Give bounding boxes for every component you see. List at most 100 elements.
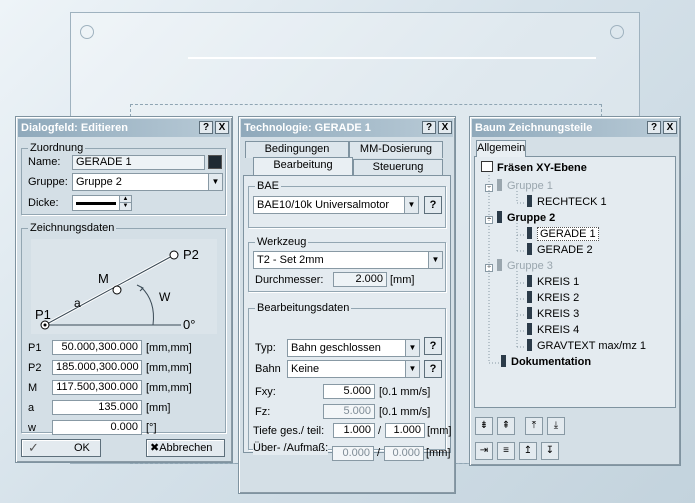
- tab-bearbeitung[interactable]: Bearbeitung: [253, 157, 353, 175]
- aufmass-lower-field[interactable]: 0.000: [384, 446, 424, 461]
- diagram-w-label: W: [159, 290, 171, 304]
- bahn-select[interactable]: Keine ▼: [287, 360, 420, 378]
- move-up-icon[interactable]: ↥: [519, 442, 537, 460]
- help-button[interactable]: ?: [422, 121, 436, 134]
- durchmesser-unit: [mm]: [390, 274, 415, 286]
- fz-field[interactable]: 5.000: [323, 404, 375, 419]
- ok-label: OK: [74, 442, 90, 454]
- zeichnungsdaten-group: Zeichnungsdaten P1 P2 M a W 0° P1 50.000…: [21, 222, 226, 435]
- bae-select[interactable]: BAE10/10k Universalmotor ▼: [253, 196, 419, 214]
- tab-mm-dosierung[interactable]: MM-Dosierung: [349, 141, 443, 158]
- typ-select[interactable]: Bahn geschlossen ▼: [287, 339, 420, 357]
- a-field[interactable]: 135.000: [52, 400, 142, 415]
- aufmass-separator: /: [377, 447, 381, 459]
- checkmark-icon: ✓: [28, 440, 39, 455]
- bearbeitung-panel: BAE BAE10/10k Universalmotor ▼ ? Werkzeu…: [243, 175, 451, 461]
- fz-unit: [0.1 mm/s]: [379, 406, 431, 418]
- line-geometry-diagram: P1 P2 M a W 0°: [31, 239, 217, 334]
- bae-group: BAE BAE10/10k Universalmotor ▼ ?: [248, 180, 446, 228]
- tree-window: Baum Zeichnungsteile ? X Allgemein Fräse…: [469, 116, 681, 466]
- close-button[interactable]: X: [215, 121, 229, 134]
- canvas-line: [188, 57, 596, 59]
- align-center-icon[interactable]: ≡: [497, 442, 515, 460]
- m-field[interactable]: 117.500,300.000: [52, 380, 142, 395]
- diagram-m-label: M: [98, 271, 109, 286]
- ok-button[interactable]: ✓ OK: [21, 439, 101, 457]
- gruppe-label: Gruppe:: [28, 176, 68, 188]
- zeichnungsdaten-title: Zeichnungsdaten: [28, 222, 117, 234]
- close-button[interactable]: X: [438, 121, 452, 134]
- help-button[interactable]: ?: [647, 121, 661, 134]
- chevron-down-icon[interactable]: ▼: [405, 361, 419, 377]
- cancel-button[interactable]: ✖Abbrechen: [146, 439, 225, 457]
- close-button[interactable]: X: [663, 121, 677, 134]
- tree-titlebar[interactable]: Baum Zeichnungsteile ? X: [472, 119, 678, 137]
- move-down-icon[interactable]: ↧: [541, 442, 559, 460]
- tab-bedingungen[interactable]: Bedingungen: [245, 141, 349, 158]
- chevron-down-icon[interactable]: ▼: [404, 197, 418, 213]
- bahn-value: Keine: [291, 363, 320, 375]
- w-field[interactable]: 0.000: [52, 420, 142, 435]
- diagram-a-label: a: [74, 296, 81, 310]
- spin-up-icon[interactable]: ▲: [119, 196, 131, 203]
- typ-help-button[interactable]: ?: [424, 337, 442, 355]
- p2-unit: [mm,mm]: [146, 362, 192, 374]
- gruppe-select[interactable]: Gruppe 2 ▼: [72, 173, 223, 191]
- bae-help-button[interactable]: ?: [424, 196, 442, 214]
- chevron-down-icon[interactable]: ▼: [405, 340, 419, 356]
- zuordnung-group: Zuordnung Name: GERADE 1 Gruppe: Gruppe …: [21, 142, 226, 215]
- fxy-label: Fxy:: [255, 386, 276, 398]
- tiefe-step-field[interactable]: 1.000: [385, 423, 425, 438]
- bae-value: BAE10/10k Universalmotor: [257, 199, 390, 211]
- a-label: a: [28, 402, 35, 414]
- werkzeug-group: Werkzeug T2 - Set 2mm ▼ Durchmesser: 2.0…: [248, 236, 446, 292]
- bearbeitungsdaten-title: Bearbeitungsdaten: [255, 302, 352, 314]
- x-icon: ✖: [150, 442, 160, 454]
- bahn-help-button[interactable]: ?: [424, 360, 442, 378]
- dicke-label: Dicke:: [28, 197, 59, 209]
- collapse-all-icon[interactable]: ⇞: [497, 417, 515, 435]
- p1-field[interactable]: 50.000,300.000: [52, 340, 142, 355]
- color-swatch[interactable]: [208, 155, 222, 169]
- diagram-p2-label: P2: [183, 247, 199, 262]
- durchmesser-field[interactable]: 2.000: [333, 272, 387, 287]
- a-unit: [mm]: [146, 402, 171, 414]
- w-label: w: [28, 422, 36, 434]
- m-unit: [mm,mm]: [146, 382, 192, 394]
- chevron-down-icon[interactable]: ▼: [428, 252, 442, 268]
- diagram-p1-label: P1: [35, 307, 51, 322]
- edit-dialog-titlebar[interactable]: Dialogfeld: Editieren ? X: [18, 119, 230, 137]
- name-label: Name:: [28, 156, 61, 168]
- move-top-icon[interactable]: ⤒: [525, 417, 543, 435]
- edit-dialog-title: Dialogfeld: Editieren: [21, 122, 128, 134]
- tiefe-total-field[interactable]: 1.000: [333, 423, 375, 438]
- canvas-hole-marker: [610, 25, 624, 39]
- help-button[interactable]: ?: [199, 121, 213, 134]
- diagram-zero-degree-label: 0°: [183, 317, 195, 332]
- p2-label: P2: [28, 362, 42, 374]
- zuordnung-title: Zuordnung: [28, 142, 86, 154]
- bahn-label: Bahn: [255, 363, 281, 375]
- indent-right-icon[interactable]: ⇥: [475, 442, 493, 460]
- fxy-field[interactable]: 5.000: [323, 384, 375, 399]
- cancel-label: Abbrechen: [159, 442, 213, 454]
- chevron-down-icon[interactable]: ▼: [208, 174, 222, 190]
- tab-allgemein[interactable]: Allgemein: [476, 140, 526, 157]
- werkzeug-select[interactable]: T2 - Set 2mm ▼: [253, 251, 443, 269]
- p1-unit: [mm,mm]: [146, 342, 192, 354]
- gruppe-value: Gruppe 2: [76, 176, 122, 188]
- tree-panel: Fräsen XY-Ebene − Gruppe 1 RECHTECK 1 − Gr…: [474, 156, 676, 408]
- technology-titlebar[interactable]: Technologie: GERADE 1 ? X: [241, 119, 453, 137]
- p2-field[interactable]: 185.000,300.000: [52, 360, 142, 375]
- move-bottom-icon[interactable]: ⤓: [547, 417, 565, 435]
- canvas-hole-marker: [80, 25, 94, 39]
- expand-all-icon[interactable]: ⇟: [475, 417, 493, 435]
- tab-steuerung[interactable]: Steuerung: [353, 159, 443, 176]
- line-thickness-icon: [76, 202, 116, 205]
- name-field[interactable]: GERADE 1: [72, 155, 205, 170]
- tree-title: Baum Zeichnungsteile: [475, 122, 593, 134]
- spin-down-icon[interactable]: ▼: [119, 203, 131, 210]
- aufmass-upper-field[interactable]: 0.000: [332, 446, 374, 461]
- dicke-select[interactable]: ▲ ▼: [72, 195, 132, 211]
- tiefe-label: Tiefe ges./ teil:: [253, 425, 325, 437]
